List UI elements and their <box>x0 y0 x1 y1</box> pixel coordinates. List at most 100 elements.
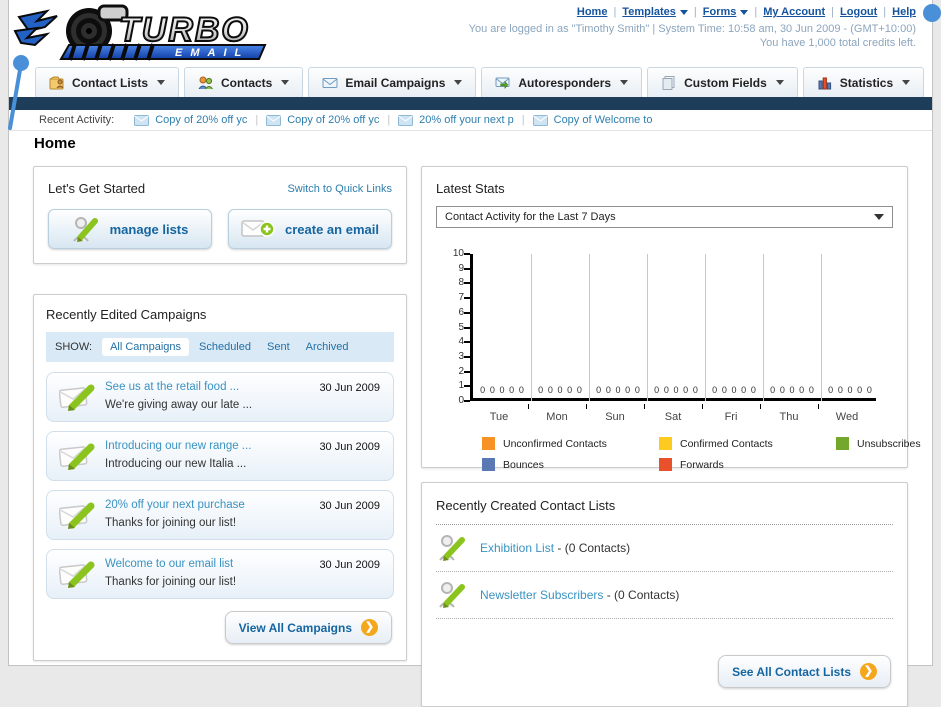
contact-list-link[interactable]: Exhibition List <box>480 541 554 555</box>
x-axis-tick <box>586 404 587 409</box>
manage-lists-icon <box>72 217 98 242</box>
header-link-templates[interactable]: Templates <box>622 6 688 18</box>
filter-archived[interactable]: Archived <box>306 341 349 353</box>
manage-lists-label: manage lists <box>109 221 189 237</box>
nav-tab-label: Email Campaigns <box>345 75 446 90</box>
campaign-row: Introducing our new range ... Introducing… <box>46 431 394 481</box>
filter-all-campaigns[interactable]: All Campaigns <box>102 338 189 356</box>
nav-tab-label: Autoresponders <box>518 75 612 90</box>
y-axis-tick <box>464 400 470 402</box>
data-value-label: 0 <box>673 385 679 395</box>
y-axis-tick <box>464 385 470 388</box>
create-email-label: create an email <box>285 221 379 237</box>
session-status: You are logged in as "Timothy Smith" | S… <box>469 22 916 50</box>
nav-tab-autoresponders[interactable]: Autoresponders <box>481 67 643 97</box>
autoresponders-icon <box>495 77 510 89</box>
campaign-date: 30 Jun 2009 <box>319 500 380 512</box>
contact-list-edit-icon <box>439 535 465 561</box>
data-value-label: 0 <box>741 385 747 395</box>
filter-scheduled[interactable]: Scheduled <box>199 341 251 353</box>
y-axis-tick-label: 10 <box>452 248 464 259</box>
campaign-row: Welcome to our email list Thanks for join… <box>46 549 394 599</box>
legend-label: Unconfirmed Contacts <box>503 437 607 450</box>
header-link-help[interactable]: Help <box>892 6 916 18</box>
see-all-contact-lists-button[interactable]: See All Contact Lists ❯ <box>718 655 891 688</box>
data-value-label: 0 <box>779 385 785 395</box>
y-axis-tick-label: 4 <box>458 336 464 348</box>
recent-activity-item[interactable]: Copy of 20% off yc <box>134 114 247 126</box>
data-value-label: 0 <box>808 385 814 395</box>
separator: | <box>521 114 525 126</box>
logo-text-email: EMAIL <box>175 47 249 59</box>
nav-tab-email-campaigns[interactable]: Email Campaigns <box>308 67 477 97</box>
stats-dropdown[interactable]: Contact Activity for the Last 7 Days <box>436 206 893 228</box>
legend-label: Bounces <box>503 458 544 471</box>
get-started-title: Let's Get Started <box>48 181 146 196</box>
page-title: Home <box>34 135 76 152</box>
stats-dropdown-value: Contact Activity for the Last 7 Days <box>445 211 616 223</box>
manage-lists-button[interactable]: manage lists <box>48 209 212 249</box>
envelope-icon <box>398 114 414 126</box>
recent-activity-item[interactable]: 20% off your next p <box>398 114 514 126</box>
envelope-icon <box>134 114 150 126</box>
y-axis-tick-label: 1 <box>458 380 464 392</box>
contact-lists-icon <box>49 76 64 89</box>
x-axis-tick <box>702 404 703 409</box>
nav-tab-label: Contact Lists <box>72 75 149 90</box>
header-link-forms[interactable]: Forms <box>703 6 749 18</box>
x-axis-category-label: Sun <box>605 411 625 423</box>
envelope-edit-icon <box>58 384 95 411</box>
campaign-date: 30 Jun 2009 <box>319 441 380 453</box>
contact-list-count: - (0 Contacts) <box>554 541 631 555</box>
logo-flame-icon <box>13 26 51 47</box>
chevron-down-icon <box>679 9 688 15</box>
gridline <box>589 254 590 401</box>
recent-activity-item[interactable]: Copy of Welcome to <box>532 114 652 126</box>
header-link-my-account[interactable]: My Account <box>763 6 825 18</box>
chevron-down-icon <box>157 80 166 85</box>
header-link-logout[interactable]: Logout <box>840 6 877 18</box>
data-value-label: 0 <box>557 385 563 395</box>
chevron-down-icon <box>740 9 749 15</box>
header-link-home[interactable]: Home <box>577 6 608 18</box>
filter-sent[interactable]: Sent <box>267 341 290 353</box>
data-value-label: 0 <box>489 385 495 395</box>
campaign-row: See us at the retail food ... We're givin… <box>46 372 394 422</box>
header: TURBO EMAIL Home | Templates | Forms | M… <box>8 0 941 130</box>
nav-tab-contact-lists[interactable]: Contact Lists <box>35 67 180 97</box>
create-email-icon <box>241 220 275 237</box>
recent-activity-item[interactable]: Copy of 20% off yc <box>266 114 379 126</box>
y-axis-tick-label: 3 <box>458 350 464 362</box>
x-axis-category-label: Tue <box>489 411 509 423</box>
x-axis-category-label: Thu <box>779 411 799 423</box>
nav-tab-statistics[interactable]: Statistics <box>802 67 925 97</box>
chevron-down-icon <box>902 80 911 85</box>
y-axis-tick-label: 5 <box>458 321 464 333</box>
data-value-label: 0 <box>789 385 795 395</box>
contact-list-link[interactable]: Newsletter Subscribers <box>480 588 603 602</box>
custom-fields-icon <box>662 75 675 90</box>
recent-activity-link: Copy of 20% off yc <box>287 114 380 126</box>
data-value-label: 0 <box>615 385 621 395</box>
y-axis-tick <box>464 267 470 270</box>
x-axis-tick <box>760 404 761 409</box>
contact-list-edit-icon <box>439 582 465 608</box>
view-all-campaigns-button[interactable]: View All Campaigns ❯ <box>224 611 392 644</box>
nav-tab-contacts[interactable]: Contacts <box>184 67 304 97</box>
envelope-icon <box>266 114 282 126</box>
get-started-panel: Let's Get Started Switch to Quick Links … <box>33 166 407 264</box>
create-email-button[interactable]: create an email <box>228 209 392 249</box>
chevron-down-icon <box>874 214 884 220</box>
contact-list-item: Exhibition List - (0 Contacts) <box>436 525 893 572</box>
x-axis-category-label: Mon <box>546 411 568 423</box>
navy-divider-bar <box>9 97 932 110</box>
data-value-label: 0 <box>518 385 524 395</box>
recent-activity-link: 20% off your next p <box>419 114 514 126</box>
header-links: Home | Templates | Forms | My Account | … <box>577 6 916 18</box>
help-badge-icon[interactable] <box>923 4 941 22</box>
envelope-edit-icon <box>58 561 95 588</box>
switch-quick-links-link[interactable]: Switch to Quick Links <box>287 183 392 195</box>
nav-tab-custom-fields[interactable]: Custom Fields <box>647 67 798 97</box>
envelope-edit-icon <box>58 502 95 529</box>
data-value-label: 0 <box>799 385 805 395</box>
